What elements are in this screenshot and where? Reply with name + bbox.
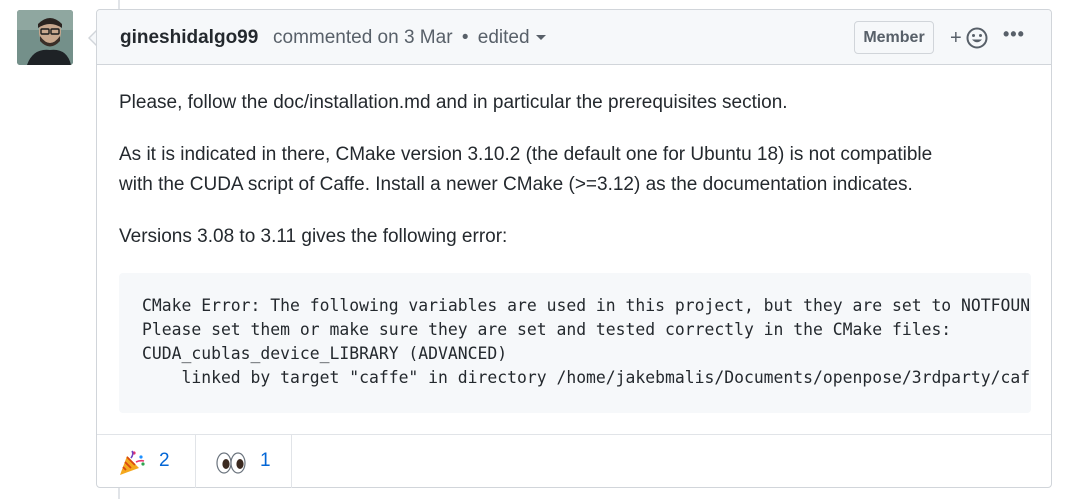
author-link[interactable]: gineshidalgo99 <box>120 27 258 49</box>
edited-label: edited <box>477 27 530 48</box>
comment-paragraph: Please, follow the doc/installation.md a… <box>119 92 788 113</box>
add-reaction-button[interactable]: + <box>950 26 990 50</box>
comment-meta: commented on 3 Mar • edited <box>273 27 546 49</box>
reaction-tada-button[interactable]: 2 <box>97 435 196 488</box>
code-line: CUDA_cublas_device_LIBRARY (ADVANCED) <box>142 344 508 363</box>
member-badge: Member <box>854 21 934 54</box>
comment-paragraph-line: As it is indicated in there, CMake versi… <box>119 144 933 165</box>
meta-separator: • <box>461 27 469 48</box>
comment-timestamp-link[interactable]: commented on 3 Mar <box>273 27 453 48</box>
eyes-icon <box>216 452 246 474</box>
comment-paragraph: As it is indicated in there, CMake versi… <box>119 140 932 200</box>
reaction-count: 2 <box>159 450 170 471</box>
edited-dropdown[interactable]: edited <box>478 27 546 48</box>
comment-paragraph: Versions 3.08 to 3.11 gives the followin… <box>119 226 508 247</box>
comment-header: gineshidalgo99 commented on 3 Mar • edit… <box>97 10 1051 65</box>
reaction-eyes-button[interactable]: 1 <box>196 435 292 488</box>
more-options-button[interactable]: ••• <box>1003 24 1027 48</box>
smiley-icon <box>966 27 988 49</box>
comment-paragraph-line: with the CUDA script of Caffe. Install a… <box>119 174 913 195</box>
code-line: linked by target "caffe" in directory /h… <box>181 368 1031 387</box>
reaction-count: 1 <box>260 450 271 471</box>
code-block[interactable]: CMake Error: The following variables are… <box>119 273 1031 413</box>
reactions-bar: 2 1 <box>97 434 1051 488</box>
code-line: CMake Error: The following variables are… <box>142 296 1031 315</box>
avatar[interactable] <box>17 10 73 65</box>
plus-icon: + <box>950 27 962 49</box>
code-line: Please set them or make sure they are se… <box>142 320 952 339</box>
caret-down-icon <box>535 35 546 41</box>
tada-icon <box>120 450 145 475</box>
comment-box: gineshidalgo99 commented on 3 Mar • edit… <box>96 9 1052 488</box>
